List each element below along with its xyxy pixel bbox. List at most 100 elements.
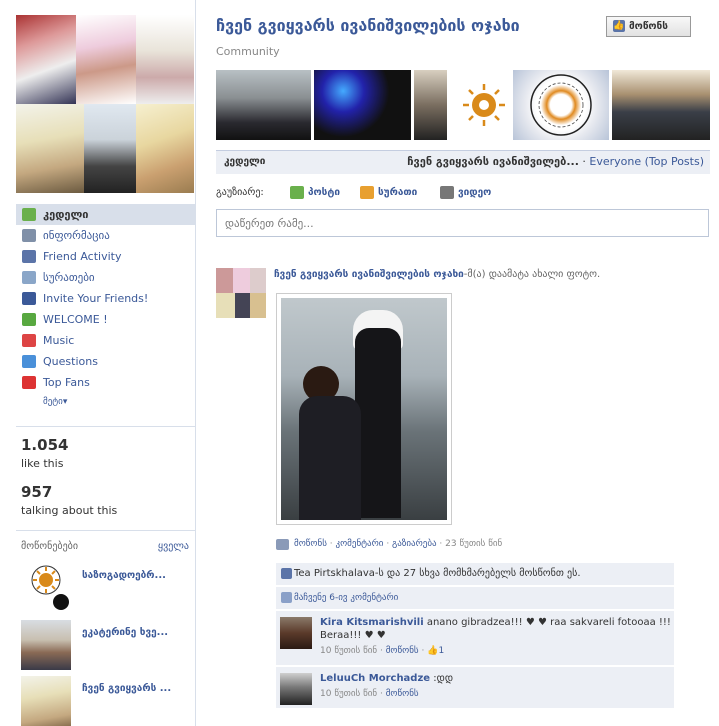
wall-filter: ჩვენ გვიყვარს ივანიშვილებ... · Everyone … [407,151,704,173]
wall-filter-page[interactable]: ჩვენ გვიყვარს ივანიშვილებ... [407,155,579,168]
wall-filter-everyone[interactable]: Everyone (Top Posts) [589,155,704,168]
liked-page-item[interactable]: ჩვენ გვიყვარს ... [21,676,193,726]
dot-separator: · [383,539,393,549]
liked-page-item[interactable]: ეკატერინე ხვე... [21,620,193,670]
post-author-name[interactable]: ჩვენ გვიყვარს ივანიშვილების ოჯახი [274,269,464,280]
likers-text[interactable]: Tea Pirtskhalava-ს და 27 სხვა მომხმარებე… [294,568,581,579]
liked-page-thumbnail [21,620,71,670]
share-photo-label: სურათი [378,187,418,198]
page-category: Community [216,45,280,58]
commenter-avatar[interactable] [280,673,312,705]
sidebar-item-7[interactable]: Questions [16,351,195,372]
post-comment-link[interactable]: კომენტარი [336,539,384,549]
photo-figure-man [355,328,401,518]
comment-meta: 10 წუთის წინ · მოწონს · 👍1 [320,646,445,656]
strip-photo[interactable] [450,70,510,140]
strip-photo[interactable] [612,70,710,140]
post-action-text: -მ(ა) დაამატა ახალი ფოტო. [463,269,601,280]
friends-icon [22,250,36,263]
wall-filter-bar: კედელი ჩვენ გვიყვარს ივანიშვილებ... · Ev… [216,150,710,174]
sidebar-item-label: კედელი [43,208,89,221]
post-action-links: მოწონს · კომენტარი · გაზიარება · 23 წუთი… [276,539,502,550]
post-header: ჩვენ გვიყვარს ივანიშვილების ოჯახი-მ(ა) დ… [274,269,714,280]
sidebar-more-link[interactable]: მეტი▾ [16,393,195,411]
comment-icon [281,592,292,603]
post-like-link[interactable]: მოწონს [294,539,327,549]
post-photo[interactable] [276,293,452,525]
photo-icon [360,186,374,199]
like-page-button[interactable]: 👍 მოწონს [606,16,691,37]
see-all-link[interactable]: ყველა [158,541,189,552]
sidebar-item-2[interactable]: Friend Activity [16,246,195,267]
profile-photo-tile [76,15,136,104]
comment-like-count[interactable]: 1 [438,646,444,656]
dot-separator: · [436,539,446,549]
home-icon [22,313,36,326]
avatar-tile [233,268,250,293]
comment-text: :დდ [433,673,453,684]
liked-pages-header: მოწონებები ყველა [21,541,189,552]
wall-tab-label[interactable]: კედელი [224,151,265,173]
strip-photo[interactable] [513,70,609,140]
wall-icon [22,208,36,221]
liked-page-thumbnail [21,563,71,613]
commenter-avatar[interactable] [280,617,312,649]
comment-item: LeluuCh Morchadze :დდ 10 წუთის წინ · მოწ… [276,667,674,709]
post-author-avatar[interactable] [216,268,266,318]
profile-photo-tile [136,104,194,193]
music-icon [22,334,36,347]
strip-photo[interactable] [216,70,311,140]
view-all-comments[interactable]: მაჩვენე 6-ივ კომენტარი [276,587,674,610]
sidebar-item-0[interactable]: კედელი [16,204,195,225]
profile-picture[interactable] [16,15,194,193]
sidebar-item-label: WELCOME ! [43,313,108,326]
sidebar-item-label: Music [43,334,75,347]
commenter-name[interactable]: LeluuCh Morchadze [320,673,430,684]
thumbs-up-icon: 👍 [427,646,439,656]
divider [16,530,195,531]
comment-like-link[interactable]: მოწონს [386,689,419,699]
sidebar-item-5[interactable]: WELCOME ! [16,309,195,330]
profile-photo-tile [16,104,84,193]
thumbs-up-icon [281,568,292,579]
strip-photo[interactable] [414,70,447,140]
composer-input[interactable]: დაწერეთ რამე... [216,209,709,237]
sidebar-item-6[interactable]: Music [16,330,195,351]
sidebar-item-1[interactable]: ინფორმაცია [16,225,195,246]
sidebar-item-3[interactable]: სურათები [16,267,195,288]
comment-time[interactable]: 10 წუთის წინ [320,689,377,699]
strip-photo[interactable] [314,70,411,140]
sun-emblem-icon [530,74,592,136]
sidebar-item-label: Top Fans [43,376,90,389]
sun-logo-icon [31,565,69,610]
talking-label: talking about this [21,504,118,517]
left-column: კედელი ინფორმაცია Friend Activity სურათები I… [0,0,196,726]
liked-page-item[interactable]: საზოგადოებრ... [21,563,193,613]
share-label: გაუზიარე: [216,187,264,198]
sidebar-item-label: ინფორმაცია [43,229,110,242]
post-share-link[interactable]: გაზიარება [392,539,437,549]
comment-like-link[interactable]: მოწონს [386,646,419,656]
video-icon [440,186,454,199]
comment-time[interactable]: 10 წუთის წინ [320,646,377,656]
avatar-tile [250,268,266,293]
composer-placeholder: დაწერეთ რამე... [225,217,314,230]
post-likers: Tea Pirtskhalava-ს და 27 სხვა მომხმარებე… [276,563,674,586]
photos-icon [22,271,36,284]
wall-filter-separator: · [578,155,590,168]
sidebar-item-label: Questions [43,355,98,368]
liked-page-name[interactable]: საზოგადოებრ... [82,570,192,581]
post-photo-image [281,298,447,520]
share-status-tab[interactable]: პოსტი [290,186,340,199]
sidebar-item-4[interactable]: Invite Your Friends! [16,288,195,309]
share-video-tab[interactable]: ვიდეო [440,186,491,199]
page-title[interactable]: ჩვენ გვიყვარს ივანიშვილების ოჯახი [216,16,520,35]
share-photo-tab[interactable]: სურათი [360,186,418,199]
info-icon [22,229,36,242]
commenter-name[interactable]: Kira Kitsmarishvili [320,617,424,628]
sidebar-item-8[interactable]: Top Fans [16,372,195,393]
liked-page-name[interactable]: ჩვენ გვიყვარს ... [82,683,192,694]
liked-page-name[interactable]: ეკატერინე ხვე... [82,627,192,638]
post-timestamp[interactable]: 23 წუთის წინ [445,539,502,549]
questions-icon [22,355,36,368]
